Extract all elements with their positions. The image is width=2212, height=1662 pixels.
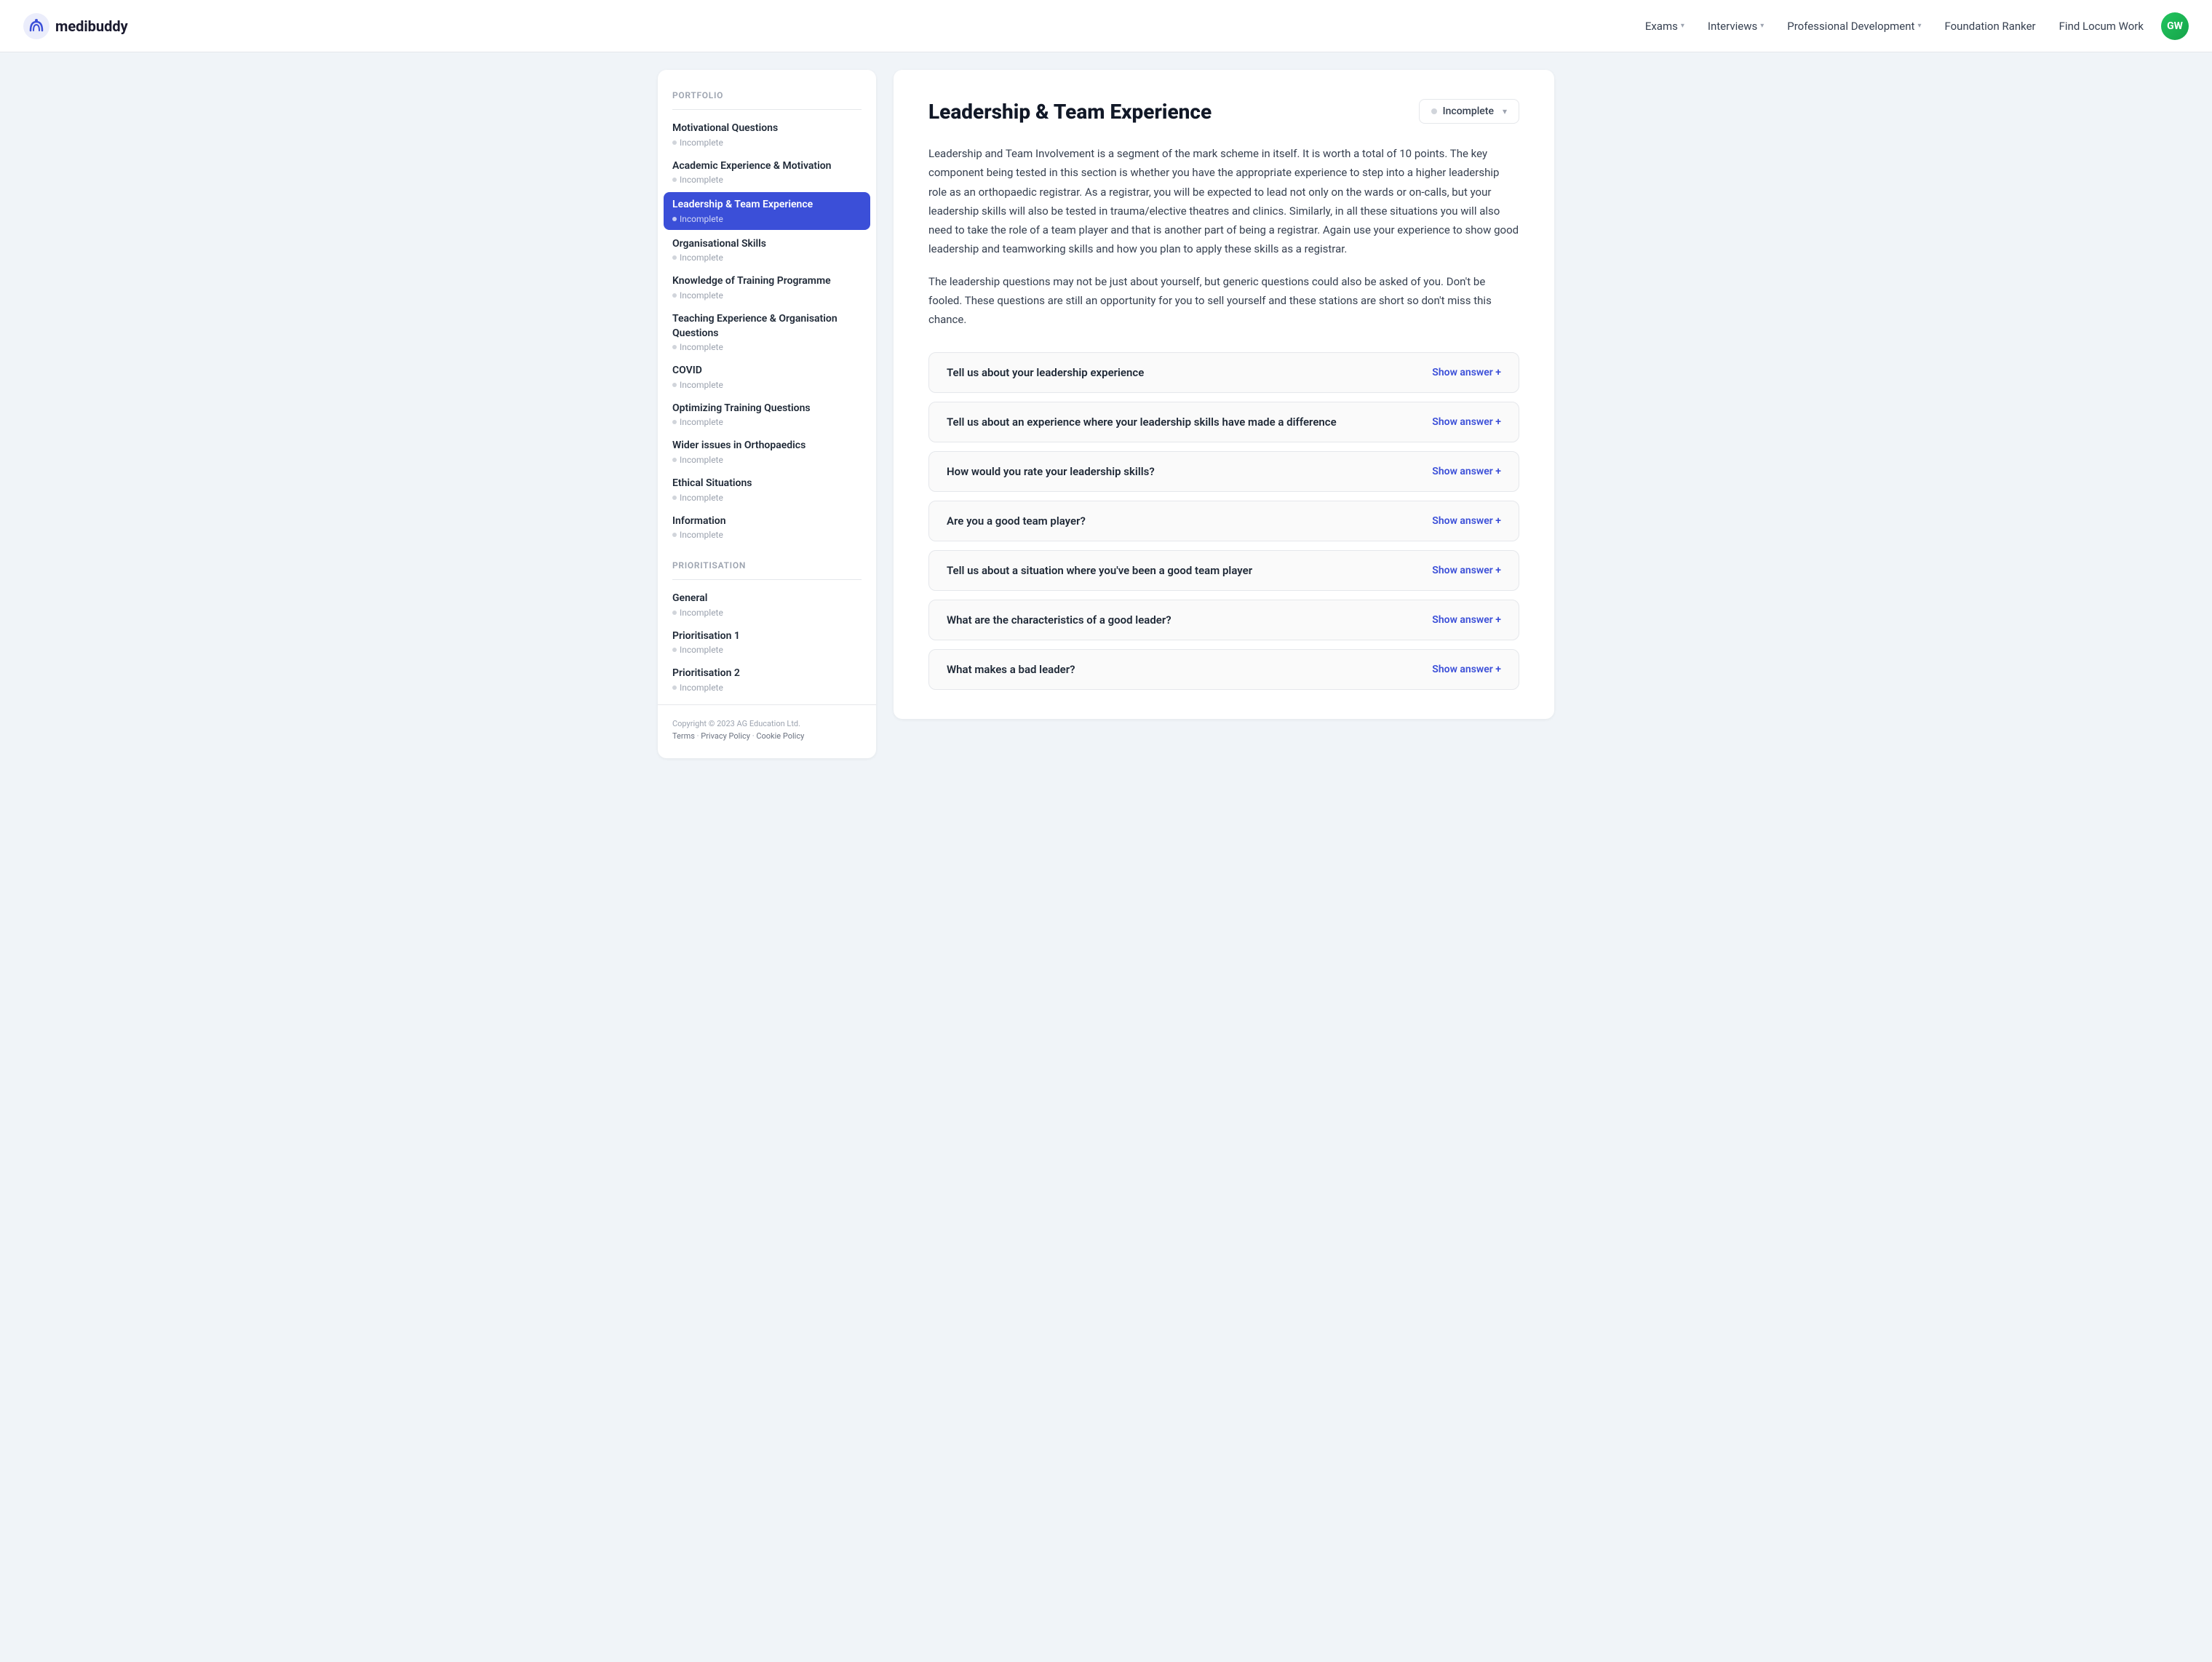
logo-text: medibuddy xyxy=(55,17,128,35)
page-header: Leadership & Team Experience Incomplete … xyxy=(928,99,1519,124)
sidebar-item-general[interactable]: General Incomplete xyxy=(658,586,876,624)
nav-interviews[interactable]: Interviews ▾ xyxy=(1708,20,1764,33)
nav-links: Exams ▾ Interviews ▾ Professional Develo… xyxy=(1645,20,2144,33)
navbar: medibuddy Exams ▾ Interviews ▾ Professio… xyxy=(0,0,2212,52)
cookie-link[interactable]: Cookie Policy xyxy=(756,731,804,741)
status-dot xyxy=(672,420,677,424)
status-badge-label: Incomplete xyxy=(1443,106,1494,117)
status-dot xyxy=(672,178,677,182)
sidebar: Portfolio Motivational Questions Incompl… xyxy=(658,70,876,758)
show-answer-btn-4[interactable]: Show answer + xyxy=(1432,515,1501,527)
sidebar-section-portfolio-label: Portfolio xyxy=(658,84,876,103)
nav-exams[interactable]: Exams ▾ xyxy=(1645,20,1684,33)
show-answer-btn-1[interactable]: Show answer + xyxy=(1432,367,1501,378)
chevron-down-icon: ▾ xyxy=(1681,22,1684,30)
content-card: Leadership & Team Experience Incomplete … xyxy=(894,70,1554,719)
sidebar-item-ethical-situations[interactable]: Ethical Situations Incomplete xyxy=(658,471,876,509)
show-answer-btn-6[interactable]: Show answer + xyxy=(1432,614,1501,626)
status-dot xyxy=(672,293,677,298)
copyright-text: Copyright © 2023 AG Education Ltd. xyxy=(672,717,862,731)
sidebar-divider-2 xyxy=(672,579,862,580)
chevron-down-icon: ▾ xyxy=(1760,22,1764,30)
status-dot xyxy=(672,496,677,500)
terms-link[interactable]: Terms xyxy=(672,731,695,741)
sidebar-item-organisational-skills[interactable]: Organisational Skills Incomplete xyxy=(658,231,876,269)
status-badge-dot xyxy=(1431,108,1437,114)
question-item-2[interactable]: Tell us about an experience where your l… xyxy=(928,402,1519,442)
sidebar-item-wider-issues[interactable]: Wider issues in Orthopaedics Incomplete xyxy=(658,433,876,471)
question-item-5[interactable]: Tell us about a situation where you've b… xyxy=(928,550,1519,591)
page-layout: Portfolio Motivational Questions Incompl… xyxy=(640,52,1572,1662)
question-item-3[interactable]: How would you rate your leadership skill… xyxy=(928,451,1519,492)
sidebar-item-covid[interactable]: COVID Incomplete xyxy=(658,358,876,396)
status-dot xyxy=(672,611,677,615)
sidebar-item-prioritisation-1[interactable]: Prioritisation 1 Incomplete xyxy=(658,624,876,661)
question-text-4: Are you a good team player? xyxy=(947,514,1086,528)
question-text-7: What makes a bad leader? xyxy=(947,663,1075,676)
avatar[interactable]: GW xyxy=(2161,12,2189,40)
page-title: Leadership & Team Experience xyxy=(928,100,1212,124)
description-1: Leadership and Team Involvement is a seg… xyxy=(928,144,1519,259)
status-dot xyxy=(672,217,677,221)
nav-foundation-ranker[interactable]: Foundation Ranker xyxy=(1944,20,2035,33)
status-dot xyxy=(672,383,677,387)
show-answer-btn-3[interactable]: Show answer + xyxy=(1432,466,1501,477)
sidebar-item-academic-experience[interactable]: Academic Experience & Motivation Incompl… xyxy=(658,154,876,191)
questions-list: Tell us about your leadership experience… xyxy=(928,352,1519,690)
nav-find-locum-work[interactable]: Find Locum Work xyxy=(2059,20,2144,33)
sidebar-divider xyxy=(672,109,862,110)
show-answer-btn-2[interactable]: Show answer + xyxy=(1432,416,1501,428)
question-text-3: How would you rate your leadership skill… xyxy=(947,465,1155,478)
sidebar-item-leadership-team[interactable]: Leadership & Team Experience Incomplete xyxy=(664,192,870,230)
sidebar-footer: Copyright © 2023 AG Education Ltd. Terms… xyxy=(658,704,876,744)
question-text-2: Tell us about an experience where your l… xyxy=(947,416,1337,429)
status-dot xyxy=(672,685,677,690)
status-dot xyxy=(672,458,677,462)
sidebar-item-prioritisation-2[interactable]: Prioritisation 2 Incomplete xyxy=(658,661,876,699)
sidebar-item-motivational-questions[interactable]: Motivational Questions Incomplete xyxy=(658,116,876,154)
sidebar-item-teaching-experience[interactable]: Teaching Experience & Organisation Quest… xyxy=(658,306,876,358)
logo-icon xyxy=(23,13,49,39)
description-2: The leadership questions may not be just… xyxy=(928,272,1519,330)
sidebar-item-knowledge-training[interactable]: Knowledge of Training Programme Incomple… xyxy=(658,269,876,306)
nav-professional-development[interactable]: Professional Development ▾ xyxy=(1787,20,1921,33)
status-dot xyxy=(672,345,677,349)
logo[interactable]: medibuddy xyxy=(23,13,128,39)
question-text-1: Tell us about your leadership experience xyxy=(947,366,1144,379)
chevron-down-icon: ▾ xyxy=(1503,106,1507,116)
privacy-link[interactable]: Privacy Policy xyxy=(701,731,750,741)
sidebar-item-information[interactable]: Information Incomplete xyxy=(658,509,876,546)
question-text-6: What are the characteristics of a good l… xyxy=(947,613,1171,627)
question-item-6[interactable]: What are the characteristics of a good l… xyxy=(928,600,1519,640)
main-content: Leadership & Team Experience Incomplete … xyxy=(894,70,1554,1645)
status-dot xyxy=(672,533,677,537)
show-answer-btn-7[interactable]: Show answer + xyxy=(1432,664,1501,675)
show-answer-btn-5[interactable]: Show answer + xyxy=(1432,565,1501,576)
status-dot xyxy=(672,140,677,145)
question-item-4[interactable]: Are you a good team player? Show answer … xyxy=(928,501,1519,541)
status-dot xyxy=(672,648,677,652)
question-text-5: Tell us about a situation where you've b… xyxy=(947,564,1252,577)
status-badge[interactable]: Incomplete ▾ xyxy=(1419,99,1519,124)
footer-links: Terms · Privacy Policy · Cookie Policy xyxy=(672,731,862,741)
chevron-down-icon: ▾ xyxy=(1917,22,1921,30)
question-item-1[interactable]: Tell us about your leadership experience… xyxy=(928,352,1519,393)
sidebar-item-optimizing-training[interactable]: Optimizing Training Questions Incomplete xyxy=(658,396,876,434)
sidebar-section-prioritisation-label: Prioritisation xyxy=(658,554,876,573)
status-dot xyxy=(672,255,677,260)
question-item-7[interactable]: What makes a bad leader? Show answer + xyxy=(928,649,1519,690)
